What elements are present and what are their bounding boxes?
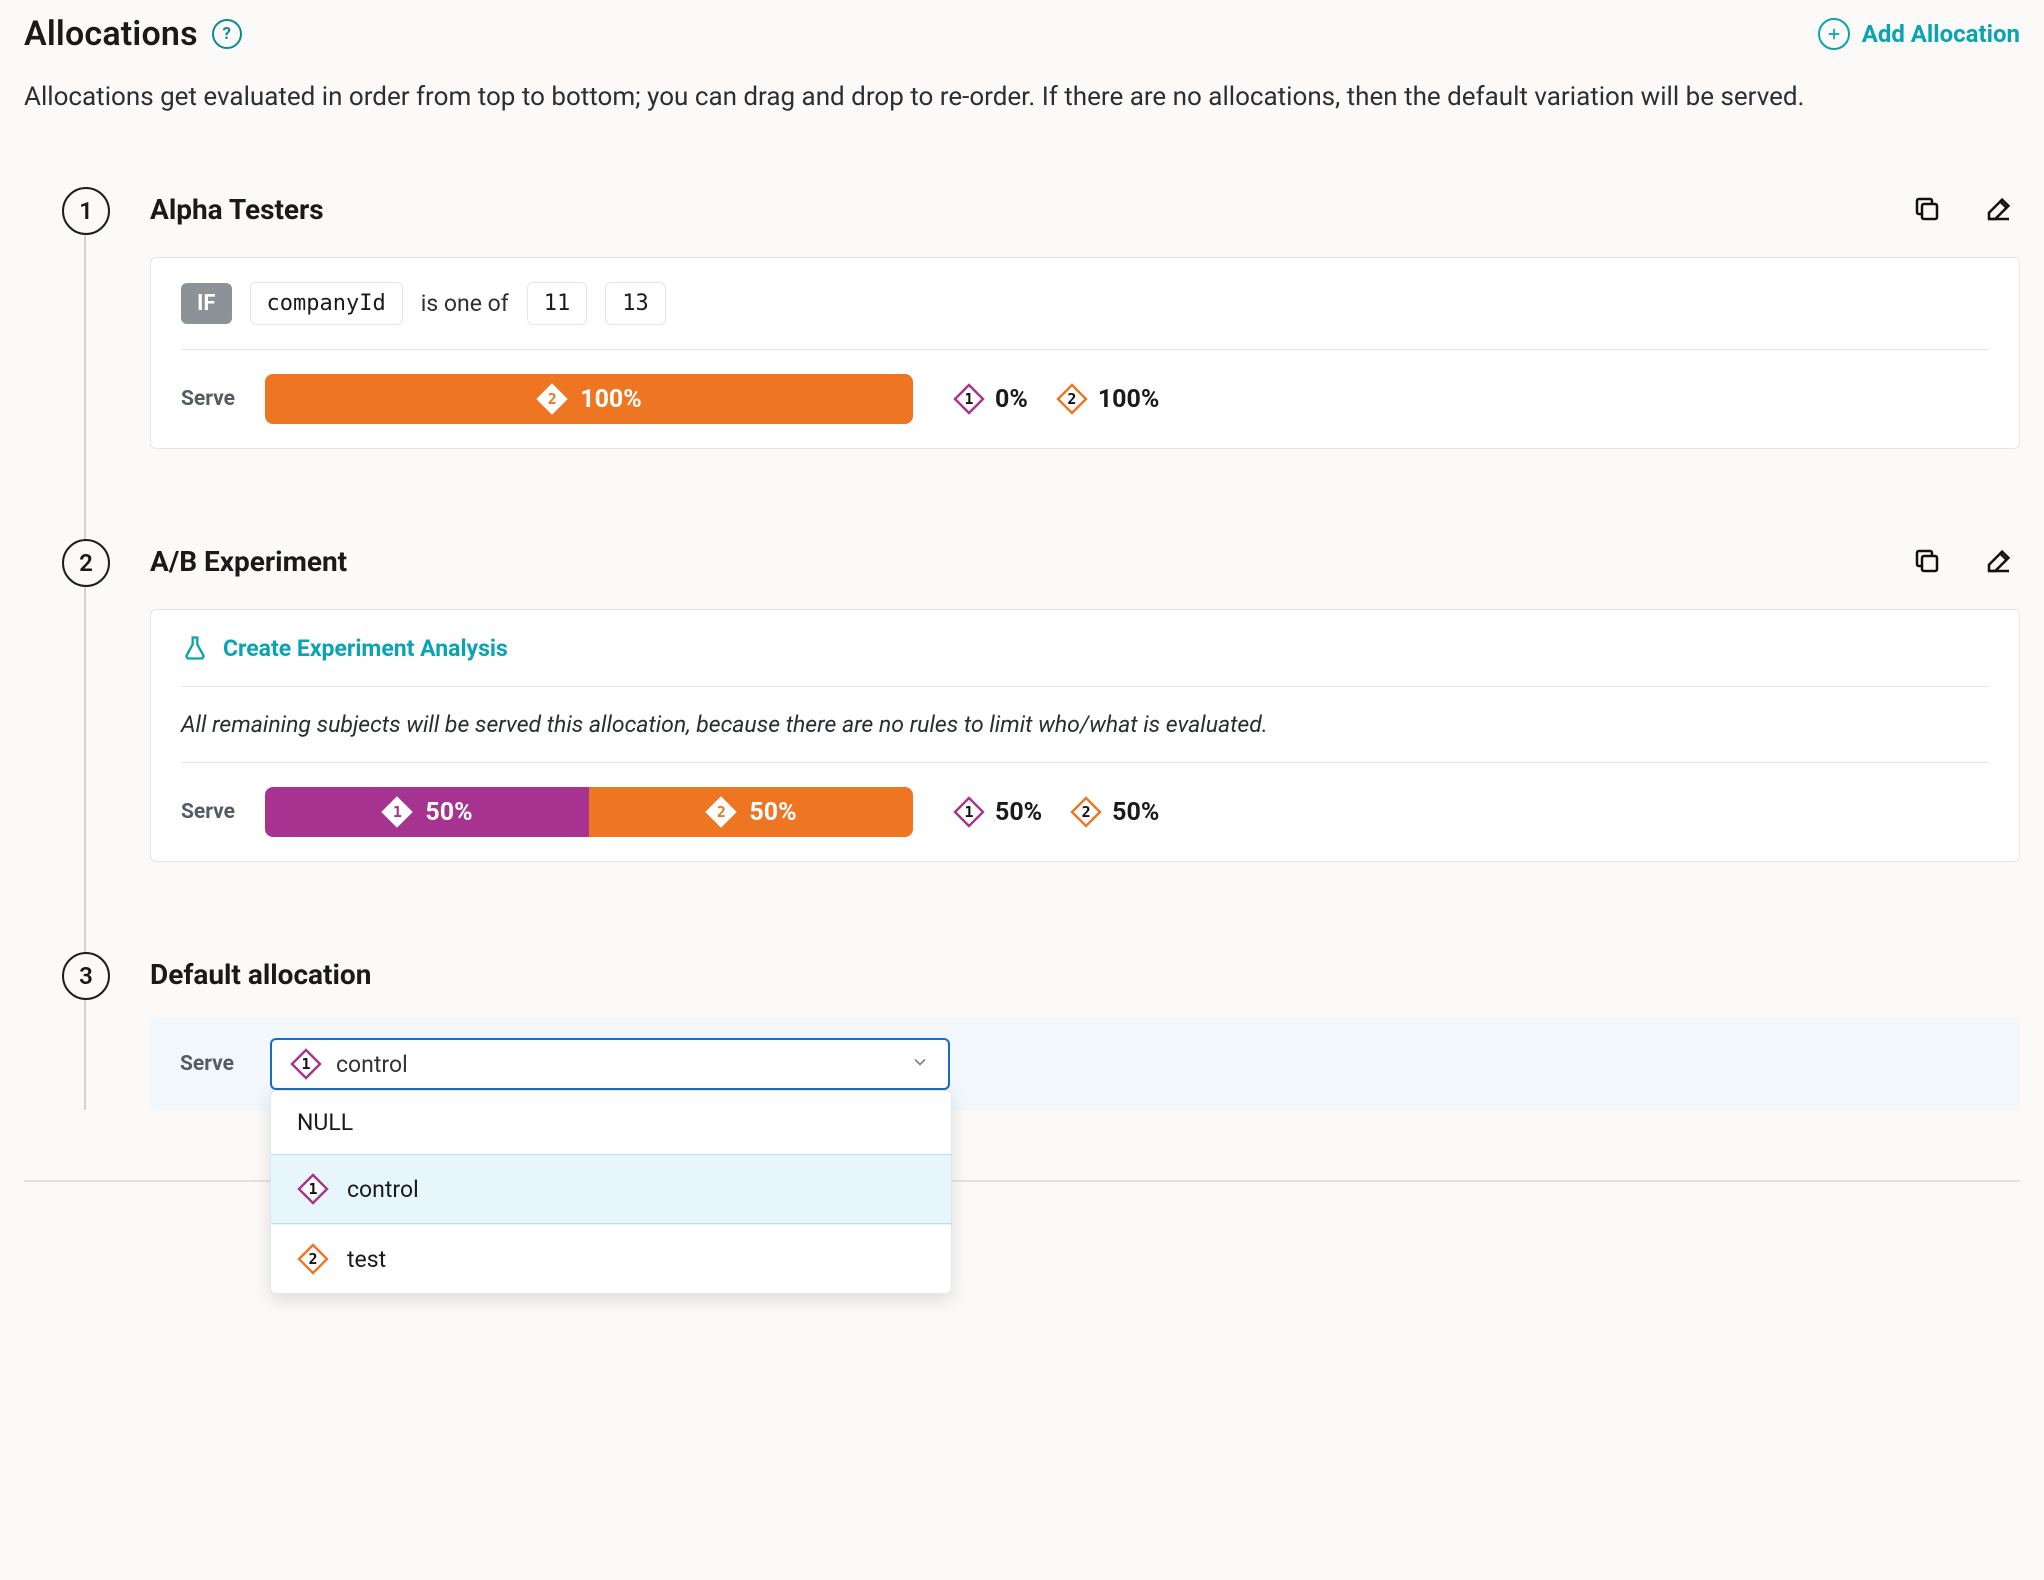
variant-diamond-icon: 2 <box>536 383 568 415</box>
variation-option-label: test <box>347 1246 386 1273</box>
allocation-title: A/B Experiment <box>150 545 347 578</box>
split-bar: 2 100% <box>265 374 913 424</box>
legend-label: 50% <box>995 798 1042 827</box>
edit-icon[interactable] <box>1984 546 2014 576</box>
split-segment: 1 50% <box>265 787 589 837</box>
variation-option-null[interactable]: NULL <box>271 1091 951 1154</box>
default-allocation-title: Default allocation <box>150 958 371 991</box>
default-serve-card: Serve 1 control <box>150 1018 2020 1110</box>
variation-option-control[interactable]: 1 control <box>271 1154 951 1224</box>
split-label: 100% <box>580 385 642 414</box>
add-allocation-label: Add Allocation <box>1862 20 2020 48</box>
page-title: Allocations <box>24 14 198 54</box>
legend-item: 2 100% <box>1056 383 1160 415</box>
step-badge: 2 <box>62 539 110 587</box>
allocation-title: Alpha Testers <box>150 193 324 226</box>
variant-diamond-icon: 1 <box>953 383 985 415</box>
chevron-down-icon <box>910 1051 930 1078</box>
allocation-note: All remaining subjects will be served th… <box>181 711 1268 738</box>
add-allocation-button[interactable]: Add Allocation <box>1818 18 2020 50</box>
edit-icon[interactable] <box>1984 194 2014 224</box>
split-label: 50% <box>425 798 472 827</box>
legend-item: 1 50% <box>953 796 1042 828</box>
split-bar: 1 50% 2 50% <box>265 787 913 837</box>
serve-label: Serve <box>181 387 247 411</box>
variation-option-label: control <box>347 1176 419 1203</box>
allocation-card: Create Experiment Analysis All remaining… <box>150 609 2020 862</box>
variant-diamond-icon: 1 <box>953 796 985 828</box>
serve-row: Serve 1 50% <box>151 763 2019 861</box>
copy-icon[interactable] <box>1912 546 1942 576</box>
create-experiment-label: Create Experiment Analysis <box>223 635 508 662</box>
variant-diamond-icon: 2 <box>1056 383 1088 415</box>
variant-diamond-icon: 1 <box>381 796 413 828</box>
create-experiment-link[interactable]: Create Experiment Analysis <box>181 634 508 662</box>
serve-row: Serve 2 100% <box>151 350 2019 448</box>
variant-diamond-icon: 1 <box>290 1048 322 1080</box>
rule-value: 11 <box>527 282 588 325</box>
variant-diamond-icon: 2 <box>705 796 737 828</box>
variation-select[interactable]: 1 control <box>270 1038 950 1090</box>
serve-label: Serve <box>181 800 247 824</box>
help-icon[interactable]: ? <box>212 19 242 49</box>
step-badge: 3 <box>62 952 110 1000</box>
if-chip: IF <box>181 283 232 324</box>
copy-icon[interactable] <box>1912 194 1942 224</box>
legend-label: 50% <box>1112 798 1159 827</box>
legend-item: 1 0% <box>953 383 1028 415</box>
variation-select-value: control <box>336 1051 408 1078</box>
split-segment: 2 100% <box>265 374 913 424</box>
variant-diamond-icon: 2 <box>297 1243 329 1275</box>
allocation-card: IF companyId is one of 11 13 Serve <box>150 257 2020 449</box>
variation-option-test[interactable]: 2 test <box>271 1224 951 1293</box>
legend-label: 100% <box>1098 385 1160 414</box>
rule-attribute: companyId <box>250 282 403 325</box>
split-segment: 2 50% <box>589 787 913 837</box>
rule-operator: is one of <box>421 290 509 317</box>
rule-row: IF companyId is one of 11 13 <box>151 258 2019 349</box>
split-label: 50% <box>749 798 796 827</box>
plus-icon <box>1818 18 1850 50</box>
step-badge: 1 <box>62 187 110 235</box>
flask-icon <box>181 634 209 662</box>
variant-diamond-icon: 2 <box>1070 796 1102 828</box>
legend-item: 2 50% <box>1070 796 1159 828</box>
variation-option-label: NULL <box>297 1109 353 1136</box>
page-subtitle: Allocations get evaluated in order from … <box>24 78 2020 117</box>
variant-diamond-icon: 1 <box>297 1173 329 1205</box>
variation-dropdown: NULL 1 control <box>270 1090 952 1294</box>
rule-value: 13 <box>605 282 666 325</box>
legend-label: 0% <box>995 385 1028 414</box>
serve-label: Serve <box>180 1052 246 1076</box>
